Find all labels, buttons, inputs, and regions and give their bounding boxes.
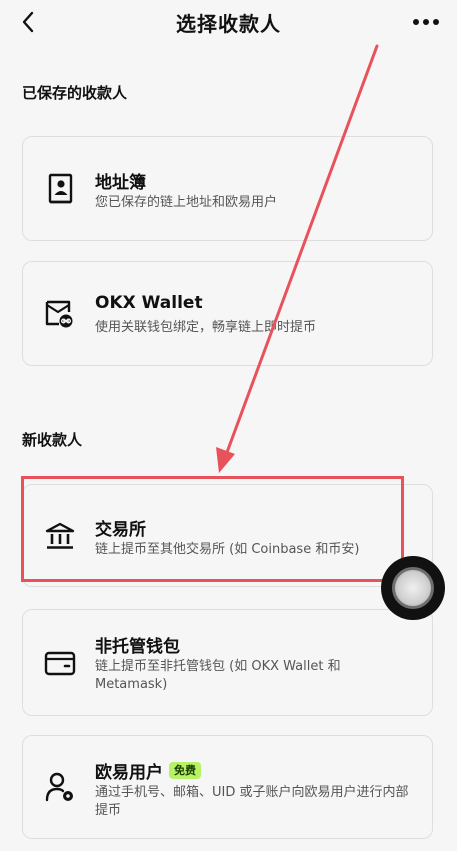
exchange-desc: 链上提币至其他交易所 (如 Coinbase 和币安) <box>95 542 360 557</box>
wallet-link-icon <box>43 297 77 331</box>
user-settings-icon <box>43 770 77 804</box>
okx-wallet-desc: 使用关联钱包绑定，畅享链上即时提币 <box>95 320 317 335</box>
exchange-card[interactable]: 交易所 链上提币至其他交易所 (如 Coinbase 和币安) <box>22 484 433 587</box>
okx-wallet-card[interactable]: OKX Wallet 使用关联钱包绑定，畅享链上即时提币 <box>22 261 433 366</box>
more-dots-icon <box>413 19 439 25</box>
okx-wallet-title: OKX Wallet <box>95 293 203 313</box>
assist-circle-icon <box>392 567 434 609</box>
non-custodial-wallet-title: 非托管钱包 <box>95 637 180 657</box>
address-book-title: 地址簿 <box>95 173 146 193</box>
okx-user-title-row: 欧易用户 免费 <box>95 758 201 783</box>
header: 选择收款人 <box>0 0 457 44</box>
wallet-icon <box>43 646 77 680</box>
address-book-card[interactable]: 地址簿 您已保存的链上地址和欧易用户 <box>22 136 433 241</box>
new-section-title: 新收款人 <box>22 431 83 449</box>
saved-section-title: 已保存的收款人 <box>22 84 128 102</box>
floating-assist-button[interactable] <box>381 556 445 620</box>
non-custodial-wallet-desc: 链上提币至非托管钱包 (如 OKX Wallet 和 Metamask) <box>95 659 341 692</box>
free-badge: 免费 <box>169 762 201 779</box>
page-title: 选择收款人 <box>176 12 281 36</box>
address-book-icon <box>43 172 77 206</box>
more-button[interactable] <box>409 8 443 36</box>
non-custodial-wallet-card[interactable]: 非托管钱包 链上提币至非托管钱包 (如 OKX Wallet 和 Metamas… <box>22 609 433 716</box>
okx-user-title: 欧易用户 <box>95 763 163 783</box>
address-book-desc: 您已保存的链上地址和欧易用户 <box>95 195 278 210</box>
exchange-title: 交易所 <box>95 520 146 540</box>
bank-icon <box>43 519 77 553</box>
okx-user-card[interactable]: 欧易用户 免费 通过手机号、邮箱、UID 或子账户向欧易用户进行内部提币 <box>22 735 433 839</box>
okx-user-desc: 通过手机号、邮箱、UID 或子账户向欧易用户进行内部提币 <box>95 785 409 818</box>
annotation-arrow <box>216 44 379 473</box>
